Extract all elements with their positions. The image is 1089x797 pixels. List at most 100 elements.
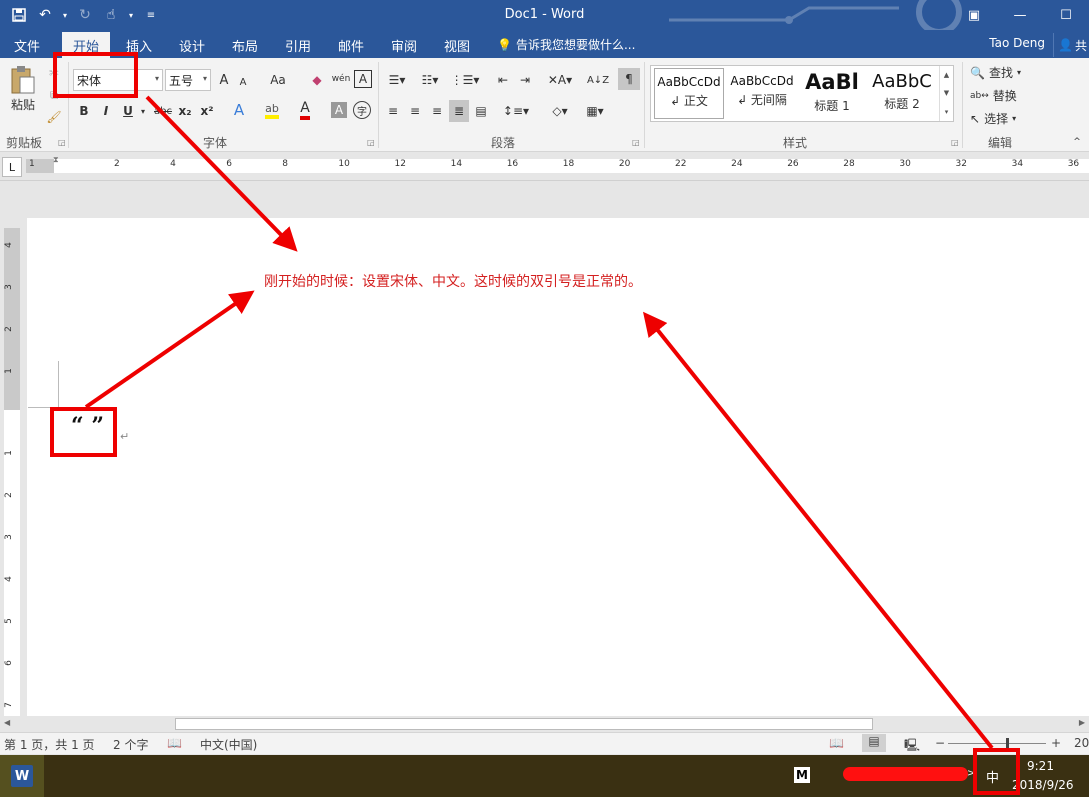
style-normal[interactable]: AaBbCcDd ↲ 正文	[654, 68, 724, 119]
multilevel-list-icon[interactable]: ⋮☰▾	[450, 70, 480, 90]
grow-font-icon[interactable]: A	[216, 70, 232, 90]
select-button[interactable]: ↖ 选择 ▾	[970, 110, 1016, 127]
clock-date[interactable]: 2018/9/26	[1012, 778, 1074, 792]
distribute-icon[interactable]: ▤	[472, 101, 490, 121]
replace-button[interactable]: ab↔ 替换	[970, 87, 1017, 104]
ruler-strip[interactable]	[26, 159, 1089, 173]
chevron-down-icon[interactable]: ▼	[944, 89, 949, 97]
bullets-icon[interactable]: ☰▾	[384, 70, 410, 90]
paste-label[interactable]: 粘贴	[8, 96, 38, 112]
word-taskbar-icon[interactable]: W	[0, 755, 44, 797]
proofing-icon[interactable]: 📖	[167, 736, 182, 750]
borders-icon[interactable]: ▦▾	[580, 101, 610, 121]
m-tray-icon[interactable]: M	[794, 767, 810, 783]
chevron-down-icon[interactable]: ▾	[138, 104, 148, 118]
ruler-number: 4	[170, 159, 176, 169]
highlight-box-quotes	[50, 407, 117, 457]
font-color-icon[interactable]: A	[296, 100, 314, 120]
print-layout-icon[interactable]: ▤	[862, 734, 886, 752]
ribbon-display-button[interactable]: ▣	[951, 0, 997, 30]
scroll-right-icon[interactable]: ▶	[1079, 718, 1085, 727]
highlight-icon[interactable]: ab	[262, 100, 282, 120]
align-right-icon[interactable]: ≡	[428, 101, 446, 121]
taskbar: W M > 中 9:21 2018/9/26	[0, 755, 1089, 797]
character-shading-icon[interactable]: A	[331, 102, 347, 118]
tab-review[interactable]: 审阅	[391, 36, 417, 55]
tab-mailings[interactable]: 邮件	[338, 36, 364, 55]
style-heading1[interactable]: AaBl 标题 1	[800, 68, 864, 119]
styles-gallery: AaBbCcDd ↲ 正文 AaBbCcDd ↲ 无间隔 AaBl 标题 1 A…	[650, 65, 954, 122]
clear-format-icon[interactable]: ◆	[308, 70, 326, 90]
subscript-button[interactable]: x₂	[176, 102, 194, 120]
language-status[interactable]: 中文(中国)	[200, 736, 257, 753]
tab-references[interactable]: 引用	[285, 36, 311, 55]
vertical-ruler: 4 3 2 1 1 2 3 4 5 6 7	[0, 218, 26, 716]
styles-launcher-icon[interactable]: ◲	[951, 138, 959, 147]
shrink-font-icon[interactable]: A	[236, 72, 250, 92]
tab-view[interactable]: 视图	[444, 36, 470, 55]
underline-button[interactable]: U	[120, 102, 136, 120]
web-layout-icon[interactable]: 🖳	[904, 736, 920, 757]
share-button[interactable]: 👤 共	[1053, 33, 1089, 57]
paragraph-shading-icon[interactable]: ◇▾	[545, 101, 575, 121]
gallery-scroll[interactable]: ▲ ▼ ▾	[939, 66, 953, 121]
paragraph-launcher-icon[interactable]: ◲	[632, 138, 640, 147]
text-effects-icon[interactable]: A	[230, 100, 248, 120]
font-size-input[interactable]: 五号 ▾	[165, 69, 211, 91]
format-painter-icon[interactable]: 🖌	[45, 108, 63, 126]
read-mode-icon[interactable]: 📖	[829, 736, 844, 750]
increase-indent-icon[interactable]: ⇥	[515, 70, 535, 90]
ribbon-tabs: 文件 开始 插入 设计 布局 引用 邮件 审阅 视图 💡 告诉我您想要做什么..…	[0, 30, 1089, 58]
scroll-thumb[interactable]	[175, 718, 873, 730]
character-border-icon[interactable]: A	[354, 70, 372, 88]
clock-time[interactable]: 9:21	[1027, 759, 1054, 773]
zoom-in-icon[interactable]: +	[1051, 736, 1061, 750]
find-button[interactable]: 🔍 查找 ▾	[970, 64, 1021, 81]
tab-file[interactable]: 文件	[14, 36, 40, 55]
vruler-number: 5	[3, 618, 14, 624]
chevron-up-icon[interactable]: ▲	[944, 71, 949, 79]
bold-button[interactable]: B	[76, 102, 92, 120]
tab-layout[interactable]: 布局	[232, 36, 258, 55]
justify-icon[interactable]: ≣	[449, 100, 469, 122]
collapse-ribbon-icon[interactable]: ^	[1070, 136, 1084, 148]
clipboard-launcher-icon[interactable]: ◲	[58, 138, 66, 147]
gallery-more-icon[interactable]: ▾	[945, 108, 949, 116]
align-center-icon[interactable]: ≡	[406, 101, 424, 121]
line-spacing-icon[interactable]: ↕≡▾	[501, 101, 531, 121]
zoom-slider[interactable]	[948, 743, 1046, 744]
superscript-button[interactable]: x²	[198, 102, 216, 120]
horizontal-scrollbar[interactable]: ◀ ▶	[0, 716, 1089, 732]
italic-button[interactable]: I	[98, 102, 114, 120]
style-heading2[interactable]: AaBbC 标题 2	[869, 68, 935, 119]
tab-selector[interactable]: L	[2, 157, 22, 177]
phonetic-guide-icon[interactable]: wén	[330, 68, 352, 90]
maximize-button[interactable]: ☐	[1043, 0, 1089, 30]
paste-icon[interactable]	[8, 64, 38, 96]
enclose-char-icon[interactable]: 字	[353, 101, 371, 119]
style-no-spacing[interactable]: AaBbCcDd ↲ 无间隔	[727, 68, 797, 119]
user-name[interactable]: Tao Deng	[989, 36, 1045, 50]
word-count[interactable]: 2 个字	[113, 736, 148, 753]
scroll-left-icon[interactable]: ◀	[4, 718, 10, 727]
zoom-level[interactable]: 20	[1074, 736, 1089, 750]
minimize-button[interactable]: —	[997, 0, 1043, 30]
chevron-down-icon[interactable]: ▾	[203, 74, 207, 83]
tab-design[interactable]: 设计	[179, 36, 205, 55]
page-count[interactable]: 第 1 页，共 1 页	[4, 736, 95, 753]
zoom-out-icon[interactable]: −	[935, 736, 945, 750]
show-marks-icon[interactable]: ¶	[618, 68, 640, 90]
change-case-button[interactable]: Aa	[265, 70, 291, 90]
chevron-down-icon[interactable]: ▾	[155, 74, 159, 83]
document-page[interactable]	[27, 218, 1089, 716]
title-bar: ↶ ▾ ↻ ☝ ▾ ≡ Doc1 - Word ▣ — ☐	[0, 0, 1089, 30]
strikethrough-button[interactable]: abc	[152, 102, 174, 120]
tell-me-box[interactable]: 💡 告诉我您想要做什么...	[497, 36, 635, 53]
numbering-icon[interactable]: ☷▾	[417, 70, 443, 90]
chinese-layout-icon[interactable]: ✕A▾	[545, 70, 575, 90]
sort-icon[interactable]: A↓Z	[587, 70, 609, 90]
decrease-indent-icon[interactable]: ⇤	[493, 70, 513, 90]
font-launcher-icon[interactable]: ◲	[367, 138, 375, 147]
align-left-icon[interactable]: ≡	[384, 101, 402, 121]
indent-marker-icon[interactable]: ⧗	[53, 155, 59, 165]
